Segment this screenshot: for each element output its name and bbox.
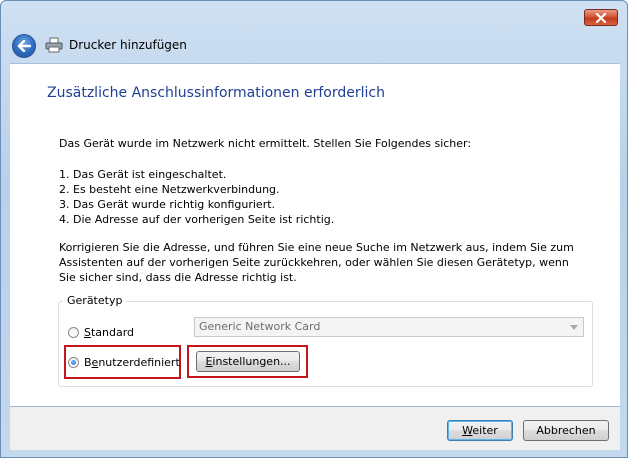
cancel-button[interactable]: Abbrechen — [523, 420, 609, 441]
printer-icon — [45, 37, 63, 53]
checklist-item: 4. Die Adresse auf der vorherigen Seite … — [59, 213, 335, 226]
back-arrow-icon — [17, 40, 31, 52]
device-type-combobox: Generic Network Card — [194, 317, 584, 337]
next-button[interactable]: Weiter — [447, 420, 513, 441]
radio-standard-label[interactable]: Standard — [84, 326, 134, 339]
checklist-item: 1. Das Gerät ist eingeschaltet. — [59, 168, 227, 181]
chevron-down-icon — [570, 325, 578, 330]
checklist: 1. Das Gerät ist eingeschaltet. 2. Es be… — [59, 167, 334, 227]
radio-custom-row[interactable]: Benutzerdefiniert — [68, 356, 180, 369]
close-button[interactable] — [584, 9, 618, 26]
intro-text: Das Gerät wurde im Netzwerk nicht ermitt… — [59, 137, 472, 150]
instructions-text: Korrigieren Sie die Adresse, und führen … — [59, 241, 574, 284]
settings-button[interactable]: Einstellungen... — [196, 351, 300, 372]
device-type-legend: Gerätetyp — [63, 294, 127, 307]
radio-standard-row[interactable]: Standard — [68, 326, 134, 339]
radio-standard[interactable] — [68, 327, 79, 338]
wizard-footer: Weiter Abbrechen — [10, 407, 620, 450]
window-title: Drucker hinzufügen — [69, 38, 187, 52]
checklist-item: 2. Es besteht eine Netzwerkverbindung. — [59, 183, 280, 196]
wizard-content: Zusätzliche Anschlussinformationen erfor… — [10, 63, 620, 407]
close-icon — [595, 12, 607, 23]
back-button[interactable] — [12, 34, 36, 58]
radio-custom[interactable] — [68, 357, 79, 368]
page-heading: Zusätzliche Anschlussinformationen erfor… — [47, 85, 385, 101]
radio-custom-label[interactable]: Benutzerdefiniert — [84, 356, 180, 369]
combobox-value: Generic Network Card — [199, 320, 321, 333]
add-printer-window: Drucker hinzufügen Zusätzliche Anschluss… — [0, 0, 628, 458]
checklist-item: 3. Das Gerät wurde richtig konfiguriert. — [59, 198, 276, 211]
